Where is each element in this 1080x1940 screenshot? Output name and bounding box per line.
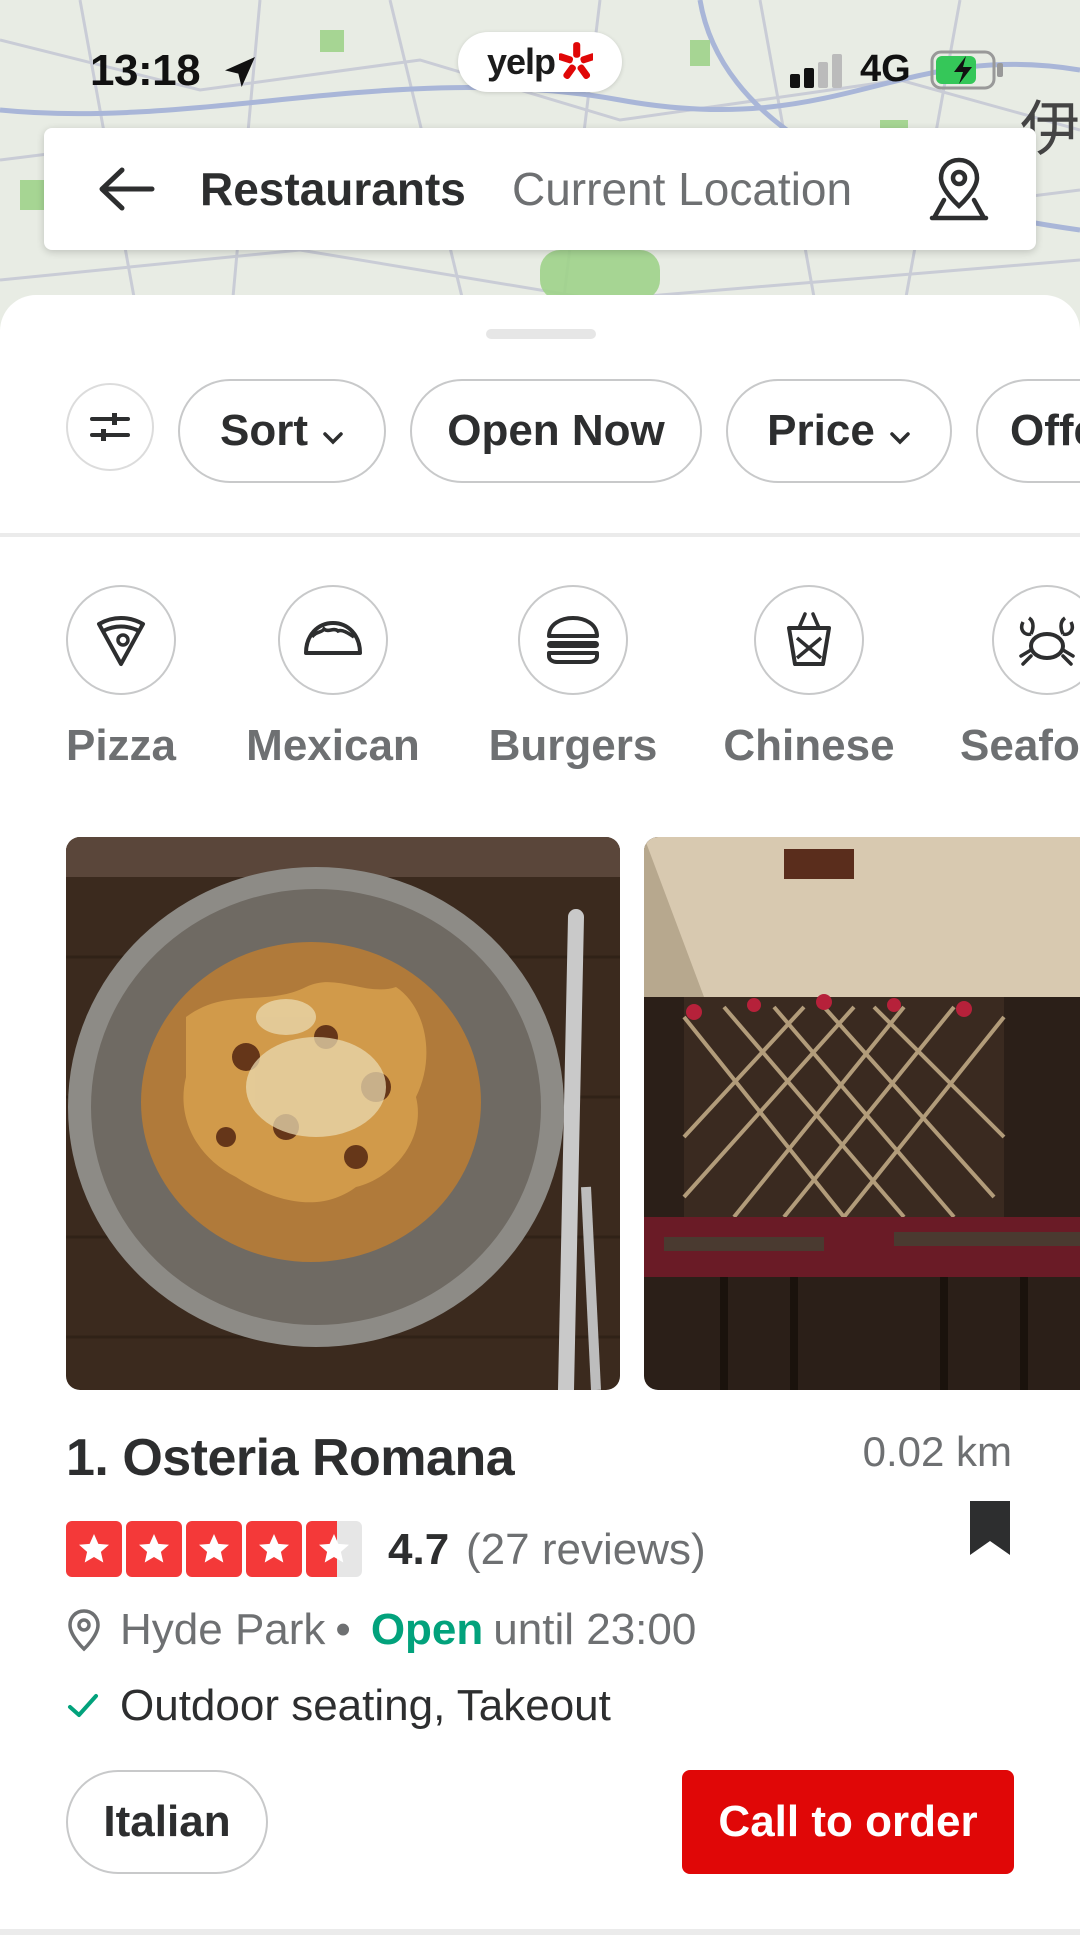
category-circle — [518, 585, 628, 695]
rating-value: 4.7 — [388, 1525, 450, 1574]
price-filter-chip[interactable]: Price — [726, 379, 952, 483]
back-arrow-icon[interactable] — [96, 164, 156, 214]
status-time: 13:18 — [90, 46, 201, 95]
location-arrow-icon — [220, 52, 260, 97]
category-label: Seafo — [960, 721, 1080, 770]
location-pin-icon — [68, 1609, 100, 1652]
chevron-down-icon — [322, 406, 344, 456]
category-circle — [754, 585, 864, 695]
neighborhood: Hyde Park — [120, 1605, 326, 1654]
yelp-burst-icon — [559, 42, 594, 80]
call-to-order-button[interactable]: Call to order — [682, 1770, 1014, 1874]
star-half-icon — [306, 1521, 362, 1577]
category-circle — [66, 585, 176, 695]
takeout-box-icon — [787, 612, 831, 666]
hours-text: until 23:00 — [493, 1605, 697, 1654]
search-bar[interactable]: Restaurants Current Location — [44, 128, 1036, 250]
star-icon — [126, 1521, 182, 1577]
star-icon — [186, 1521, 242, 1577]
checkmark-icon — [68, 1694, 98, 1717]
star-icon — [246, 1521, 302, 1577]
open-status: Open — [370, 1605, 484, 1654]
business-photo-pasta[interactable] — [66, 837, 620, 1390]
business-name[interactable]: 1. Osteria Romana — [66, 1428, 515, 1488]
category-tag-italian[interactable]: Italian — [66, 1770, 268, 1874]
search-term[interactable]: Restaurants — [200, 162, 466, 216]
search-location[interactable]: Current Location — [512, 162, 852, 216]
category-chinese[interactable]: Chinese — [694, 585, 924, 771]
category-label: Chinese — [723, 721, 895, 770]
star-rating — [66, 1521, 362, 1577]
category-circle — [278, 585, 388, 695]
location-hours-row: Hyde Park • Open until 23:00 — [66, 1605, 696, 1655]
business-photo-interior[interactable] — [644, 837, 1080, 1390]
battery-charging-icon — [930, 50, 1006, 95]
price-label: Price — [767, 406, 875, 455]
yelp-logo: yelp — [458, 32, 622, 92]
separator-dot: • — [335, 1605, 351, 1654]
review-count[interactable]: (27 reviews) — [466, 1525, 706, 1575]
offers-label: Offe — [1010, 406, 1080, 455]
offers-filter-chip[interactable]: Offe — [976, 379, 1080, 483]
section-divider — [0, 533, 1080, 537]
amenities-text: Outdoor seating, Takeout — [120, 1681, 611, 1730]
category-pizza[interactable]: Pizza — [6, 585, 236, 771]
category-seafood[interactable]: Seafo — [930, 585, 1080, 771]
network-type: 4G — [860, 48, 911, 90]
category-label: Pizza — [65, 721, 177, 770]
bookmark-icon[interactable] — [966, 1499, 1014, 1562]
listing-divider — [0, 1929, 1080, 1935]
category-burgers[interactable]: Burgers — [458, 585, 688, 771]
filter-bar: Sort Open Now Price Offe — [0, 379, 1080, 493]
sliders-icon — [90, 413, 130, 441]
open-now-filter-chip[interactable]: Open Now — [410, 379, 702, 483]
results-sheet: Sort Open Now Price Offe Pizza — [0, 295, 1080, 1940]
amenities-row: Outdoor seating, Takeout — [66, 1681, 611, 1731]
category-circle — [992, 585, 1080, 695]
crab-icon — [1019, 616, 1075, 666]
star-icon — [66, 1521, 122, 1577]
burger-icon — [547, 616, 599, 664]
sheet-drag-handle[interactable] — [486, 329, 596, 339]
category-mexican[interactable]: Mexican — [218, 585, 448, 771]
business-distance: 0.02 km — [862, 1428, 1012, 1475]
sort-label: Sort — [220, 406, 308, 455]
cellular-signal-icon — [790, 54, 846, 93]
category-label: Burgers — [488, 721, 658, 770]
yelp-wordmark: yelp — [486, 41, 556, 82]
category-label: Mexican — [246, 721, 420, 770]
open-now-label: Open Now — [447, 406, 665, 455]
map-location-icon[interactable] — [924, 154, 994, 224]
chevron-down-icon — [889, 406, 911, 456]
pizza-icon — [97, 616, 145, 666]
filter-settings-button[interactable] — [66, 383, 154, 471]
status-bar: 13:18 yelp 4G — [0, 32, 1080, 100]
taco-icon — [304, 621, 362, 655]
sort-filter-chip[interactable]: Sort — [178, 379, 386, 483]
